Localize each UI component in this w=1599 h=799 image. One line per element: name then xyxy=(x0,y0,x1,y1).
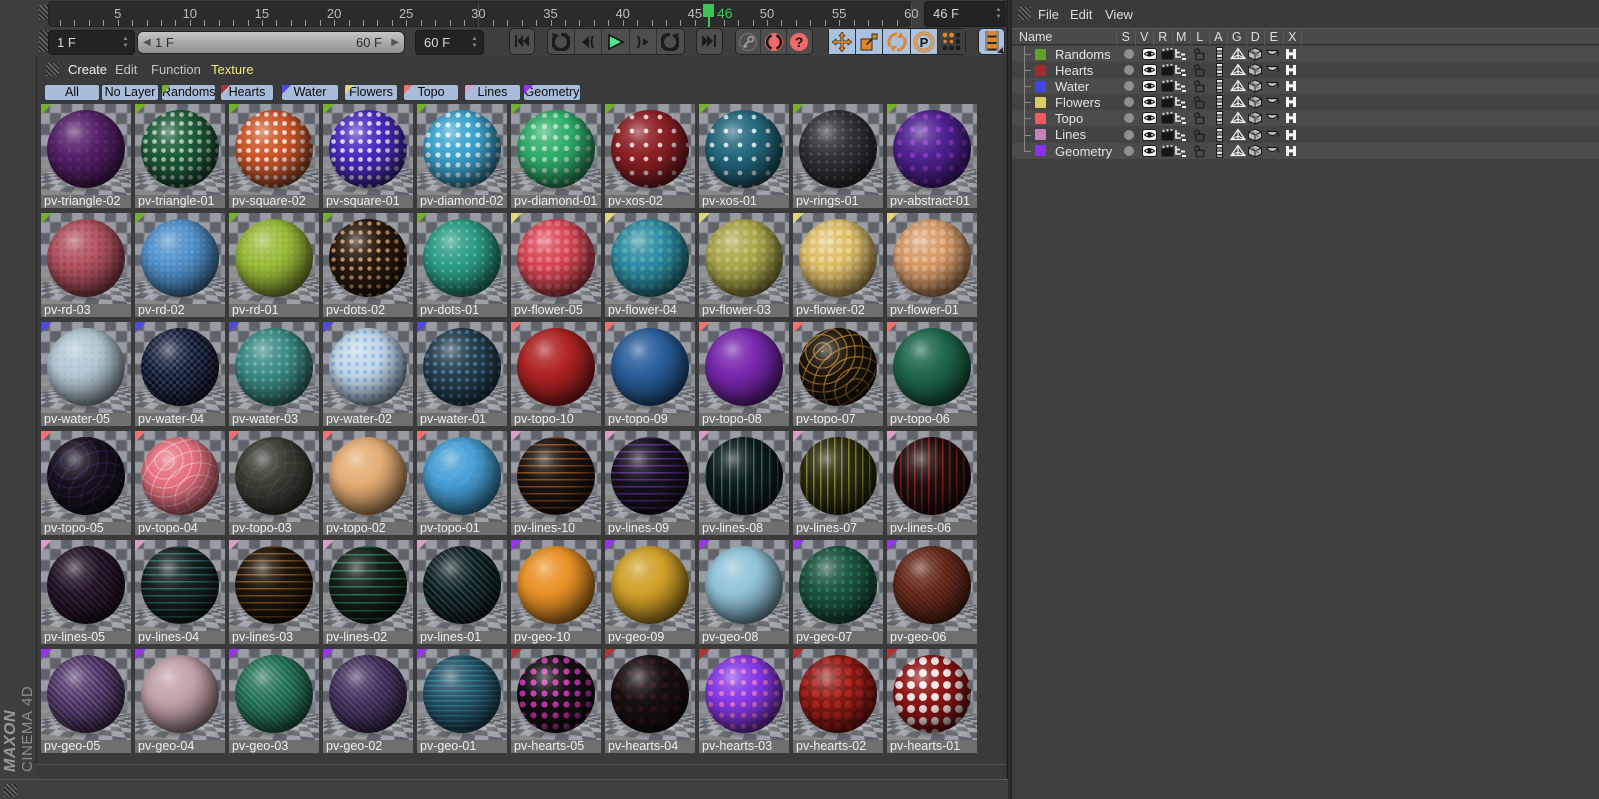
svg-text:?: ? xyxy=(795,34,804,50)
svg-text:P: P xyxy=(919,35,928,50)
